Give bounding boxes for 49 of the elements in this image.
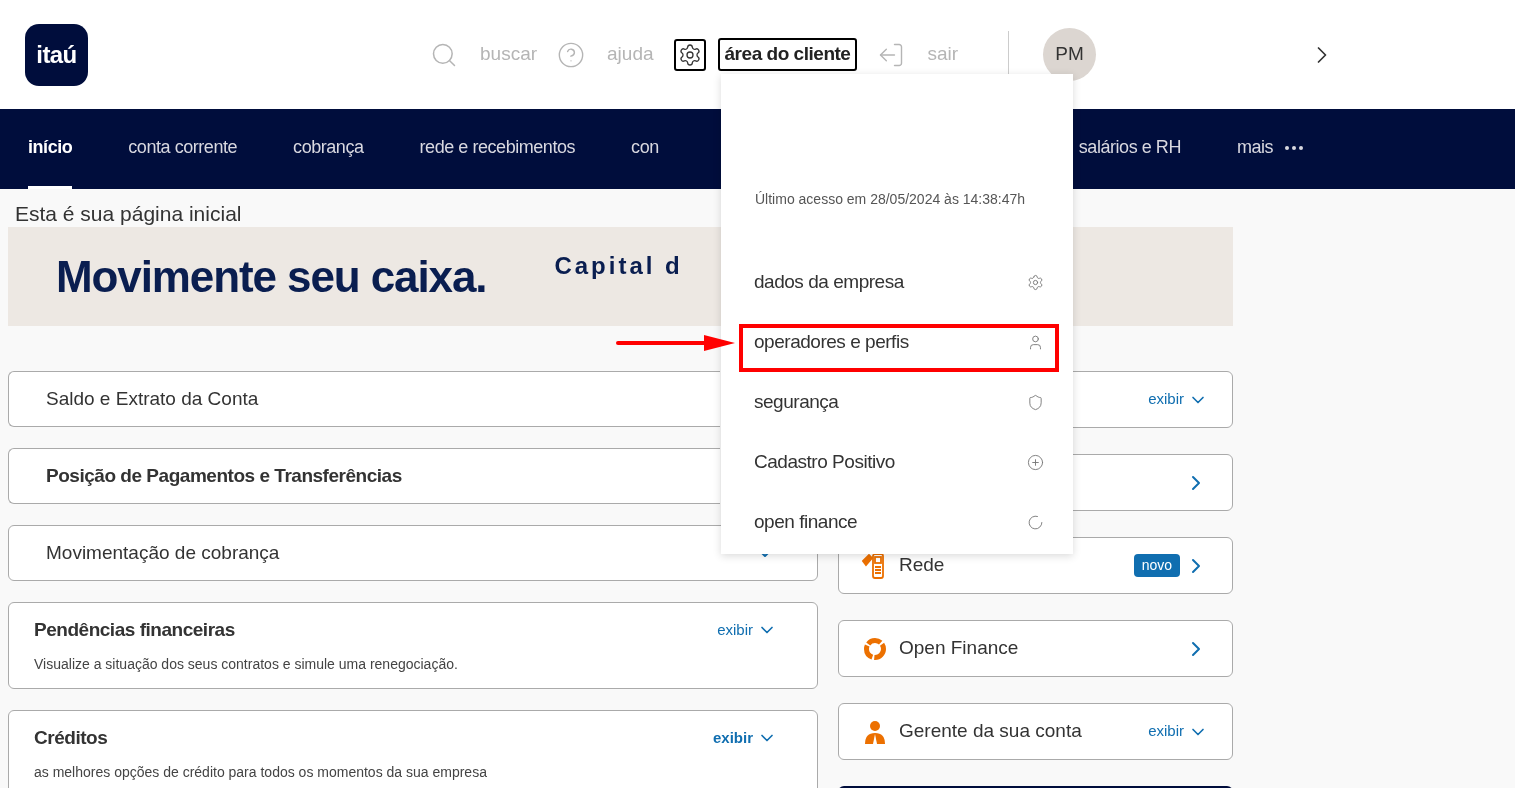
donut-icon [863,636,887,661]
itau-logo[interactable]: itaú [25,23,88,86]
show-toggle[interactable]: exibir [717,618,777,642]
gear-icon [1027,273,1044,291]
new-badge: novo [1133,554,1180,577]
show-toggle[interactable]: exibir [1148,720,1208,743]
card-title: Rede [899,553,945,578]
banner-tagline: Capital d [554,250,683,281]
card-title: Saldo e Extrato da Conta [46,386,259,411]
ring-icon [1027,513,1044,531]
card-title: Créditos [34,725,108,750]
card-description: as melhores opções de crédito para todos os momentos da sua empresa [34,763,488,783]
section-card[interactable]: Créditos exibir as melhores opções de crédito para todos os momentos da sua empresa [8,710,818,788]
page-title: Esta é sua página inicial [15,201,242,227]
menu-item[interactable]: segurança [754,388,1044,416]
section-card[interactable]: Pendências financeiras exibir Visualize a situação dos seus contratos e simule uma renegociação. [8,602,818,689]
person-icon [1027,333,1044,351]
last-access-text: Último acesso em 28/05/2024 às 14:38:47h [755,190,1027,209]
menu-item[interactable]: dados da empresa [754,268,1044,296]
menu-item[interactable]: operadores e perfis [754,328,1044,356]
shortcut-card[interactable]: Open Finance [838,620,1233,677]
user-avatar[interactable]: PM [1043,28,1097,81]
shortcut-card[interactable]: Gerente da sua conta exibir [838,703,1233,760]
card-title: Pendências financeiras [34,617,235,642]
nav-tab[interactable]: salários e RH [1078,109,1181,189]
nav-tab[interactable]: mais [1236,109,1304,189]
person-icon [864,719,886,744]
shield-icon [1027,393,1044,411]
card-title: Open Finance [899,636,1019,661]
nav-tab[interactable]: cobrança [293,109,364,189]
section-card[interactable]: Posição de Pagamentos e Transferências [8,448,720,504]
card-description: Visualize a situação dos seus contratos e simule uma renegociação. [34,655,459,675]
card-title: Gerente da sua conta [899,719,1082,744]
section-card[interactable]: Saldo e Extrato da Conta [8,371,720,427]
nav-tab[interactable]: rede e recebimentos [419,109,576,189]
banner-headline: Movimente seu caixa. [56,250,487,303]
header-link[interactable]: área do cliente [717,38,858,71]
card-title: Posição de Pagamentos e Transferências [46,463,402,488]
show-toggle[interactable]: exibir [1148,388,1208,411]
card-title: Movimentação de cobrança [46,540,280,565]
nav-tab[interactable]: con [631,109,659,189]
nav-tab[interactable]: início [28,109,73,189]
nav-tab[interactable]: conta corrente [128,109,238,189]
show-toggle[interactable]: exibir [712,726,777,750]
menu-item[interactable]: Cadastro Positivo [754,448,1044,476]
settings-icon [677,42,702,67]
plus-circle-icon [1027,453,1044,471]
more-icon [1285,145,1304,150]
help-icon [557,40,586,69]
